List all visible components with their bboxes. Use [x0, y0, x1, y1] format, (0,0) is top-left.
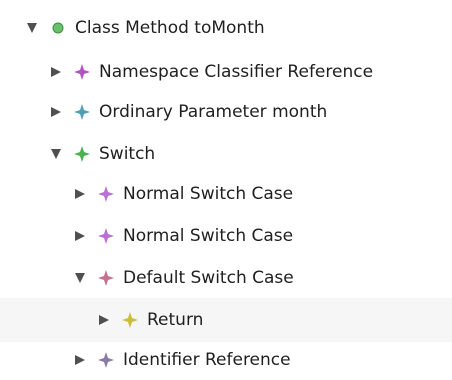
chevron-down-icon: [75, 273, 85, 283]
green-star-icon: [74, 146, 90, 162]
tree-node-label: Switch: [99, 144, 156, 164]
teal-star-icon: [74, 104, 90, 120]
chevron-right-icon: [51, 107, 61, 117]
expand-toggle[interactable]: [48, 50, 64, 94]
chevron-down-icon: [27, 23, 37, 33]
tree-node-class-method[interactable]: Class Method toMonth: [24, 6, 265, 50]
green-dot-icon: [50, 20, 66, 36]
tree-node-namespace-classifier-reference[interactable]: Namespace Classifier Reference: [48, 50, 373, 94]
expand-toggle[interactable]: [72, 214, 88, 258]
purple-gray-star-icon: [98, 352, 114, 368]
tree-node-ordinary-parameter[interactable]: Ordinary Parameter month: [48, 90, 327, 134]
tree-node-identifier-reference[interactable]: Identifier Reference: [72, 338, 291, 380]
expand-toggle[interactable]: [96, 298, 112, 342]
chevron-down-icon: [51, 149, 61, 159]
chevron-right-icon: [99, 315, 109, 325]
tree-node-label: Normal Switch Case: [123, 184, 294, 204]
violet-star-icon: [98, 186, 114, 202]
tree-node-default-switch-case[interactable]: Default Switch Case: [72, 256, 294, 300]
tree-node-label: Class Method toMonth: [75, 18, 265, 38]
chevron-right-icon: [51, 67, 61, 77]
chevron-right-icon: [75, 231, 85, 241]
expand-toggle[interactable]: [72, 172, 88, 216]
tree-node-return[interactable]: Return: [0, 298, 452, 342]
tree-node-label: Normal Switch Case: [123, 226, 294, 246]
tree-node-normal-switch-case[interactable]: Normal Switch Case: [72, 214, 293, 258]
yellow-star-icon: [122, 312, 138, 328]
expand-toggle[interactable]: [48, 132, 64, 176]
tree-node-label: Ordinary Parameter month: [99, 102, 328, 122]
outline-tree: Class Method toMonth Namespace Classifie…: [0, 0, 452, 380]
tree-node-label: Return: [147, 310, 204, 330]
expand-toggle[interactable]: [24, 6, 40, 50]
expand-toggle[interactable]: [48, 90, 64, 134]
expand-toggle[interactable]: [72, 256, 88, 300]
tree-node-label: Default Switch Case: [123, 268, 294, 288]
expand-toggle[interactable]: [72, 338, 88, 380]
purple-star-icon: [74, 64, 90, 80]
chevron-right-icon: [75, 355, 85, 365]
tree-node-label: Identifier Reference: [123, 350, 291, 370]
violet-star-icon: [98, 228, 114, 244]
tree-node-label: Namespace Classifier Reference: [99, 62, 374, 82]
chevron-right-icon: [75, 189, 85, 199]
tree-node-switch[interactable]: Switch: [48, 132, 155, 176]
rose-star-icon: [98, 270, 114, 286]
tree-node-normal-switch-case[interactable]: Normal Switch Case: [72, 172, 293, 216]
